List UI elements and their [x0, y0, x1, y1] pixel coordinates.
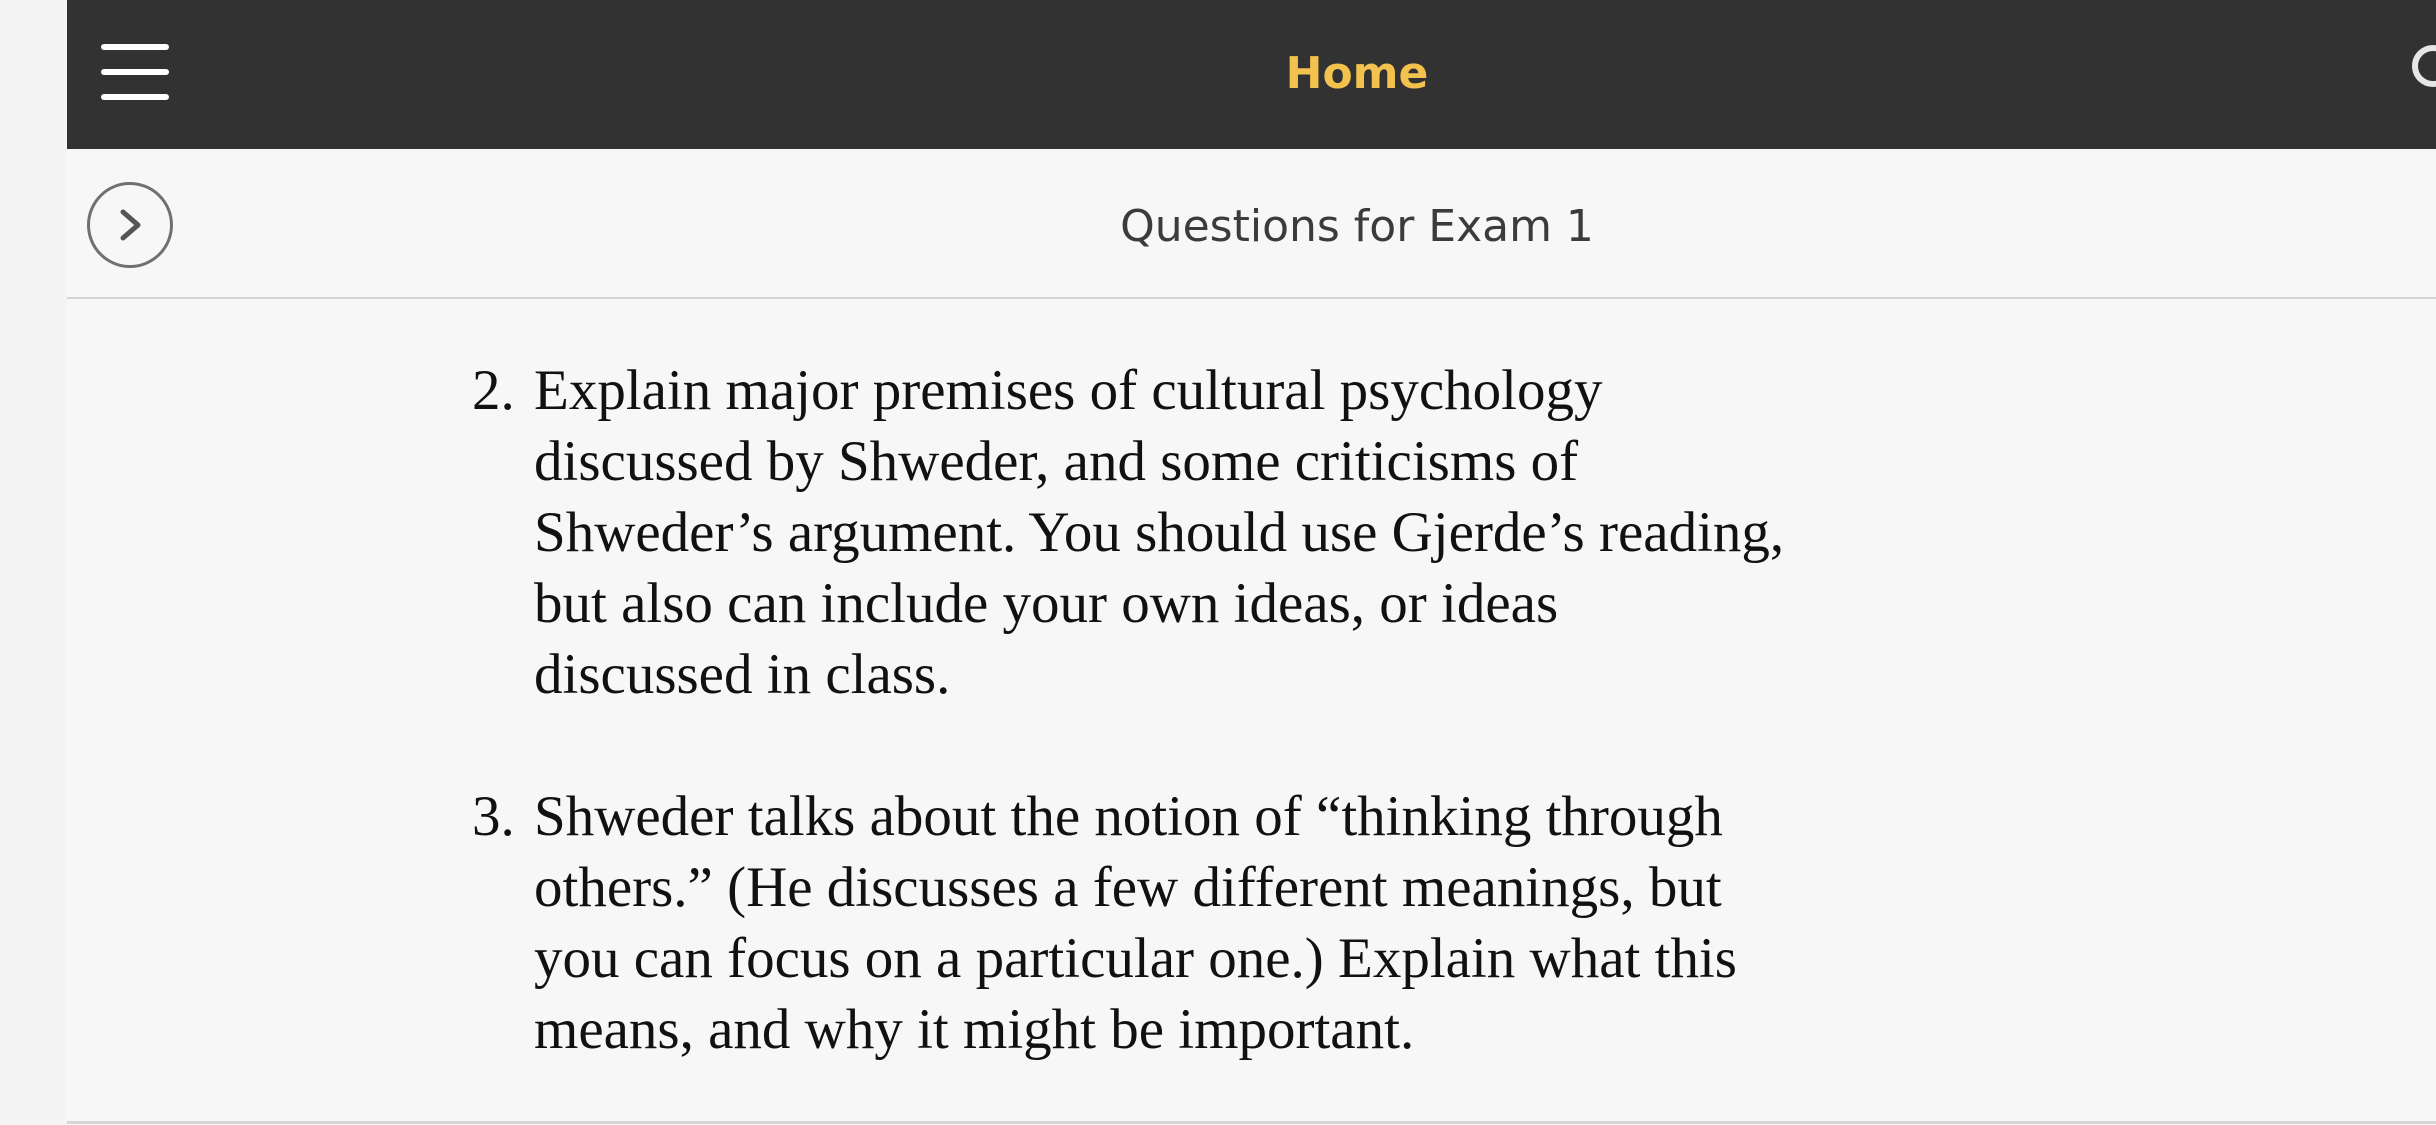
top-navigation-bar: Home [67, 0, 2436, 149]
question-line: but also can include your own ideas, or … [534, 572, 1559, 635]
menu-line [101, 44, 169, 50]
question-text: Explain major premises of cultural psych… [534, 355, 1784, 710]
menu-line [101, 69, 169, 75]
question-number: 3. [472, 785, 515, 848]
home-title[interactable]: Home [1207, 46, 1507, 102]
document-viewer: Home Questions for Exam 1 2. Explain maj… [67, 0, 2436, 1125]
page: Home Questions for Exam 1 2. Explain maj… [0, 0, 2436, 1125]
hamburger-menu-icon[interactable] [101, 44, 169, 100]
document-title: Questions for Exam 1 [1120, 201, 1594, 252]
question-text: Shweder talks about the notion of “think… [534, 781, 1737, 1065]
question-line: Shweder talks about the notion of “think… [534, 785, 1723, 848]
question-line: discussed by Shweder, and some criticism… [534, 430, 1579, 493]
question-line: means, and why it might be important. [534, 998, 1415, 1061]
question-number: 2. [472, 359, 515, 422]
question-line: Explain major premises of cultural psych… [534, 359, 1603, 422]
expand-sidebar-button[interactable] [87, 182, 173, 268]
document-header: Questions for Exam 1 [67, 149, 2436, 299]
menu-line [101, 94, 169, 100]
question-line: others.” (He discusses a few different m… [534, 856, 1722, 919]
search-icon[interactable] [2407, 40, 2436, 100]
question-line: Shweder’s argument. You should use Gjerd… [534, 501, 1785, 564]
chevron-right-icon [120, 209, 141, 241]
question-line: you can focus on a particular one.) Expl… [534, 927, 1737, 990]
document-content: 2. Explain major premises of cultural ps… [67, 299, 2436, 1124]
question-line: discussed in class. [534, 643, 951, 706]
